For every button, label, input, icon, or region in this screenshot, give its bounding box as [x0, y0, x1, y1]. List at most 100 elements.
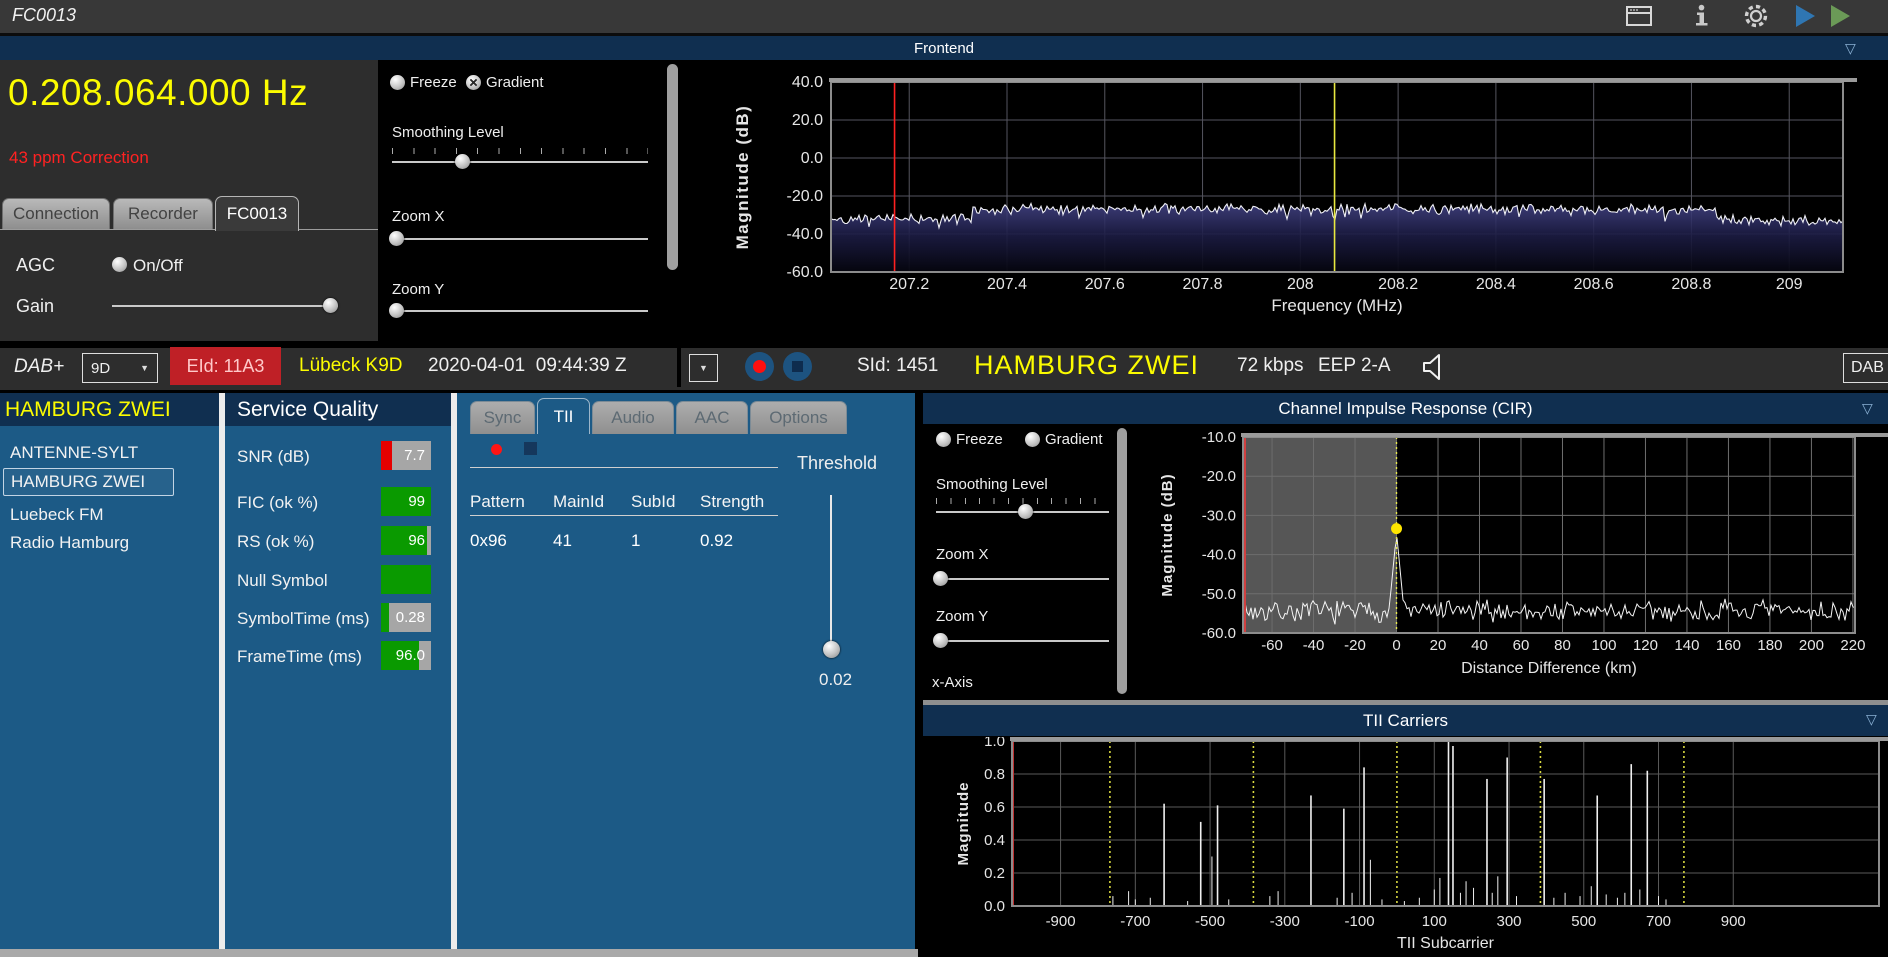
svg-text:-900: -900 — [1046, 913, 1076, 930]
svg-text:-700: -700 — [1120, 913, 1150, 930]
tab-options[interactable]: Options — [750, 401, 847, 434]
svg-text:208: 208 — [1287, 276, 1314, 293]
gear-icon[interactable] — [1742, 2, 1770, 30]
threshold-slider-track[interactable] — [830, 495, 832, 655]
gain-slider-handle[interactable] — [323, 298, 338, 313]
sq-row-label: FrameTime (ms) — [237, 647, 362, 667]
sq-row-bar: 96 — [381, 526, 431, 555]
service-item-0[interactable]: ANTENNE-SYLT — [3, 440, 172, 466]
cir-zoomy-handle[interactable] — [933, 633, 948, 648]
spectrum-smoothing-handle[interactable] — [455, 154, 470, 169]
frontend-collapse-icon[interactable]: ▽ — [1845, 40, 1856, 57]
cir-plot[interactable]: -60-40-20020406080100120140160180200220-… — [1130, 424, 1888, 706]
svg-text:80: 80 — [1554, 637, 1571, 654]
tii-cell-mainid: 41 — [553, 531, 572, 551]
sq-row-bar: 96.0 — [381, 641, 431, 670]
svg-text:0.0: 0.0 — [984, 898, 1005, 915]
spectrum-zoomy-handle[interactable] — [389, 303, 404, 318]
dab-mode-label: DAB+ — [14, 356, 64, 378]
spectrum-freeze-radio[interactable] — [390, 75, 405, 90]
spectrum-gradient-radio[interactable] — [466, 75, 481, 90]
cir-zoomx-track[interactable] — [936, 578, 1109, 580]
cir-zoomx-handle[interactable] — [933, 571, 948, 586]
cir-smoothing-handle[interactable] — [1018, 504, 1033, 519]
svg-text:20: 20 — [1430, 637, 1447, 654]
cir-freeze-radio[interactable] — [936, 432, 951, 447]
svg-text:208.4: 208.4 — [1476, 276, 1516, 293]
tii-stop-indicator-icon[interactable] — [524, 442, 537, 455]
sq-row-label: RS (ok %) — [237, 532, 314, 552]
tab-fc0013[interactable]: FC0013 — [215, 196, 299, 231]
tab-aac[interactable]: AAC — [676, 401, 748, 434]
svg-text:0.6: 0.6 — [984, 799, 1005, 816]
service-item-3[interactable]: Radio Hamburg — [3, 530, 172, 556]
svg-text:-500: -500 — [1195, 913, 1225, 930]
service-item-1[interactable]: HAMBURG ZWEI — [3, 468, 174, 496]
gain-label: Gain — [16, 296, 54, 317]
tii-record-indicator-icon[interactable] — [491, 444, 502, 455]
svg-text:0.2: 0.2 — [984, 865, 1005, 882]
svg-text:Magnitude (dB): Magnitude (dB) — [1159, 473, 1176, 596]
window-title: FC0013 — [12, 5, 76, 26]
svg-text:-60.0: -60.0 — [1202, 625, 1236, 642]
tab-audio[interactable]: Audio — [592, 401, 674, 434]
svg-text:200: 200 — [1799, 637, 1824, 654]
cir-collapse-icon[interactable]: ▽ — [1862, 400, 1873, 417]
output-mode-dropdown[interactable]: DAB ▼ — [1843, 353, 1888, 383]
sq-row-bar: 0.28 — [381, 603, 431, 632]
eid-badge: EId: 11A3 — [170, 347, 281, 385]
cir-zoomy-label: Zoom Y — [936, 608, 988, 625]
svg-text:209: 209 — [1776, 276, 1803, 293]
cir-header: Channel Impulse Response (CIR) — [923, 393, 1888, 424]
svg-text:40.0: 40.0 — [792, 74, 823, 91]
bottom-scrollbar[interactable] — [0, 949, 918, 957]
svg-text:207.6: 207.6 — [1085, 276, 1125, 293]
record-button[interactable] — [745, 352, 774, 381]
frontend-section-title: Frontend — [914, 40, 974, 57]
stop-button[interactable] — [783, 352, 812, 381]
channel-dropdown[interactable]: 9D ▼ — [82, 353, 158, 383]
speaker-icon[interactable] — [1421, 352, 1447, 382]
window-icon[interactable] — [1625, 5, 1653, 27]
sq-row-bar: 7.7 — [381, 441, 431, 470]
svg-text:300: 300 — [1497, 913, 1522, 930]
agc-radio[interactable] — [112, 257, 127, 272]
svg-text:220: 220 — [1840, 637, 1865, 654]
svg-text:208.2: 208.2 — [1378, 276, 1418, 293]
threshold-slider-handle[interactable] — [823, 641, 840, 658]
tab-connection[interactable]: Connection — [2, 198, 110, 229]
tii-carriers-plot[interactable]: -900-700-500-300-1001003005007009001.00.… — [923, 737, 1888, 957]
svg-text:100: 100 — [1422, 913, 1447, 930]
ensemble-datetime: 2020-04-01 09:44:39 Z — [428, 355, 627, 377]
tab-tii[interactable]: TII — [537, 398, 590, 434]
info-icon[interactable] — [1692, 4, 1710, 28]
spectrum-zoomx-handle[interactable] — [389, 231, 404, 246]
services-header: HAMBURG ZWEI — [0, 393, 219, 426]
agc-label: AGC — [16, 255, 55, 276]
frontend-spectrum-plot[interactable]: 207.2207.4207.6207.8208208.2208.4208.620… — [600, 58, 1888, 340]
tii-carriers-collapse-icon[interactable]: ▽ — [1866, 711, 1877, 728]
gain-slider-track[interactable] — [112, 305, 338, 307]
svg-text:-40: -40 — [1303, 637, 1325, 654]
svg-text:Magnitude (dB): Magnitude (dB) — [733, 105, 752, 250]
svg-text:-60.0: -60.0 — [787, 264, 824, 281]
cir-zoomy-track[interactable] — [936, 640, 1109, 642]
play-green-icon[interactable] — [1831, 5, 1850, 27]
tii-carriers-title: TII Carriers — [1363, 711, 1448, 731]
cir-gradient-radio[interactable] — [1025, 432, 1040, 447]
tii-carriers-header: TII Carriers — [923, 705, 1888, 736]
tii-cell-strength: 0.92 — [700, 531, 733, 551]
svg-text:160: 160 — [1716, 637, 1741, 654]
dab-bar — [0, 345, 1888, 393]
cir-scrollbar[interactable] — [1117, 428, 1127, 694]
play-blue-icon[interactable] — [1796, 5, 1815, 27]
sq-row-label: FIC (ok %) — [237, 493, 318, 513]
tab-sync[interactable]: Sync — [470, 401, 535, 434]
service-item-2[interactable]: Luebeck FM — [3, 502, 172, 528]
svg-text:-20.0: -20.0 — [1202, 468, 1236, 485]
tii-toolbar-line — [470, 467, 778, 468]
tab-recorder[interactable]: Recorder — [113, 198, 213, 229]
cir-xaxis-label: x-Axis — [932, 674, 973, 691]
record-options-dropdown[interactable]: ▼ — [689, 354, 718, 382]
tii-col-pattern: Pattern — [470, 492, 525, 512]
